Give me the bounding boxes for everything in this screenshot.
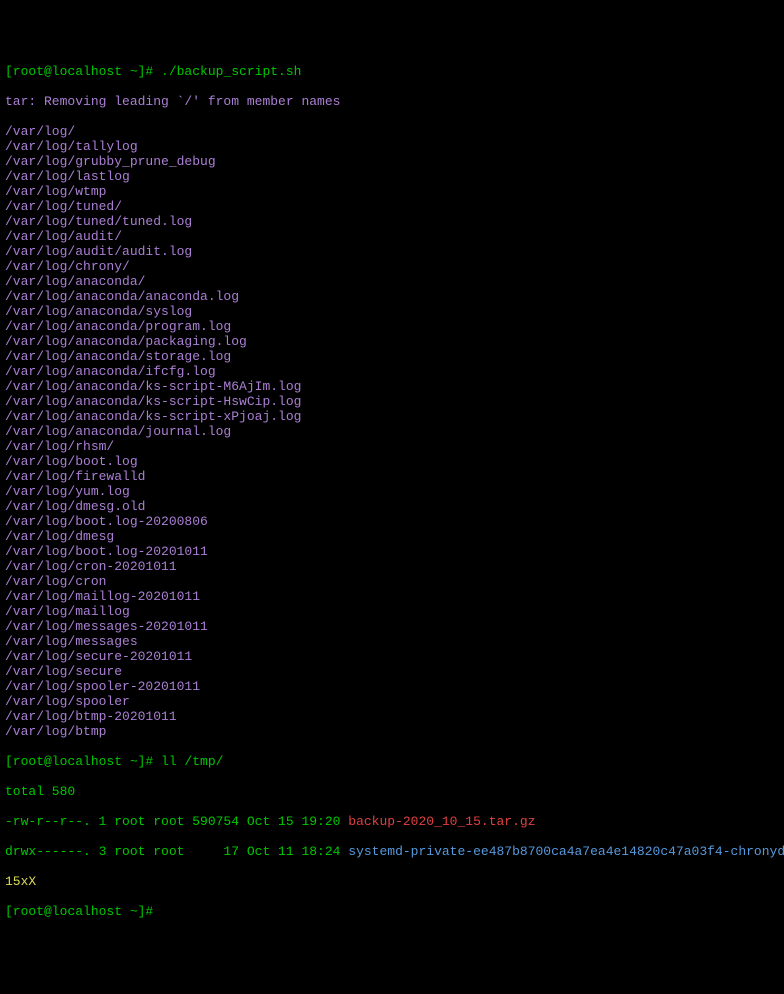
tar-file-path: /var/log/audit/audit.log bbox=[5, 244, 779, 259]
tar-file-path: /var/log/anaconda/syslog bbox=[5, 304, 779, 319]
tar-file-path: /var/log/maillog bbox=[5, 604, 779, 619]
ls-row: drwx------. 3 root root 17 Oct 11 18:24 … bbox=[5, 844, 779, 859]
tar-file-path: /var/log/spooler bbox=[5, 694, 779, 709]
shell-prompt[interactable]: [root@localhost ~]# bbox=[5, 904, 161, 919]
tar-message: tar: Removing leading `/' from member na… bbox=[5, 94, 779, 109]
tar-file-path: /var/log/spooler-20201011 bbox=[5, 679, 779, 694]
tar-file-path: /var/log/maillog-20201011 bbox=[5, 589, 779, 604]
tar-file-path: /var/log/grubby_prune_debug bbox=[5, 154, 779, 169]
tar-file-path: /var/log/anaconda/ks-script-M6AjIm.log bbox=[5, 379, 779, 394]
shell-prompt[interactable]: [root@localhost ~]# bbox=[5, 754, 161, 769]
tar-file-path: /var/log/tuned/ bbox=[5, 199, 779, 214]
dir-filename: systemd-private-ee487b8700ca4a7ea4e14820… bbox=[348, 844, 784, 859]
tar-file-path: /var/log/audit/ bbox=[5, 229, 779, 244]
terminal-line: [root@localhost ~]# ./backup_script.sh bbox=[5, 64, 779, 79]
tar-file-path: /var/log/rhsm/ bbox=[5, 439, 779, 454]
tar-file-path: /var/log/ bbox=[5, 124, 779, 139]
ls-row: -rw-r--r--. 1 root root 590754 Oct 15 19… bbox=[5, 814, 779, 829]
dir-filename-cont: 15xX bbox=[5, 874, 779, 889]
tar-file-path: /var/log/anaconda/anaconda.log bbox=[5, 289, 779, 304]
tar-file-path: /var/log/chrony/ bbox=[5, 259, 779, 274]
terminal-line: [root@localhost ~]# ll /tmp/ bbox=[5, 754, 779, 769]
tar-file-path: /var/log/anaconda/journal.log bbox=[5, 424, 779, 439]
tar-file-path: /var/log/cron-20201011 bbox=[5, 559, 779, 574]
file-perms: -rw-r--r--. 1 root root 590754 Oct 15 19… bbox=[5, 814, 348, 829]
command-text: ./backup_script.sh bbox=[161, 64, 301, 79]
tar-file-path: /var/log/btmp bbox=[5, 724, 779, 739]
tar-file-path: /var/log/anaconda/packaging.log bbox=[5, 334, 779, 349]
tar-file-path: /var/log/wtmp bbox=[5, 184, 779, 199]
tar-file-path: /var/log/anaconda/ks-script-xPjoaj.log bbox=[5, 409, 779, 424]
tar-file-path: /var/log/dmesg bbox=[5, 529, 779, 544]
tar-file-path: /var/log/cron bbox=[5, 574, 779, 589]
tar-file-path: /var/log/anaconda/ifcfg.log bbox=[5, 364, 779, 379]
tar-file-path: /var/log/boot.log-20201011 bbox=[5, 544, 779, 559]
tar-file-path: /var/log/secure-20201011 bbox=[5, 649, 779, 664]
shell-prompt[interactable]: [root@localhost ~]# bbox=[5, 64, 161, 79]
terminal-line: [root@localhost ~]# bbox=[5, 904, 779, 919]
tar-file-path: /var/log/anaconda/ bbox=[5, 274, 779, 289]
tar-file-path: /var/log/boot.log bbox=[5, 454, 779, 469]
tar-file-path: /var/log/anaconda/ks-script-HswCip.log bbox=[5, 394, 779, 409]
tar-file-path: /var/log/anaconda/storage.log bbox=[5, 349, 779, 364]
tar-file-path: /var/log/lastlog bbox=[5, 169, 779, 184]
backup-filename: backup-2020_10_15.tar.gz bbox=[348, 814, 535, 829]
tar-file-path: /var/log/tuned/tuned.log bbox=[5, 214, 779, 229]
tar-file-path: /var/log/boot.log-20200806 bbox=[5, 514, 779, 529]
tar-file-path: /var/log/firewalld bbox=[5, 469, 779, 484]
command-text: ll /tmp/ bbox=[161, 754, 223, 769]
total-line: total 580 bbox=[5, 784, 779, 799]
tar-file-path: /var/log/dmesg.old bbox=[5, 499, 779, 514]
file-list: /var/log//var/log/tallylog/var/log/grubb… bbox=[5, 124, 779, 739]
tar-file-path: /var/log/tallylog bbox=[5, 139, 779, 154]
file-perms: drwx------. 3 root root 17 Oct 11 18:24 bbox=[5, 844, 348, 859]
tar-file-path: /var/log/anaconda/program.log bbox=[5, 319, 779, 334]
tar-file-path: /var/log/btmp-20201011 bbox=[5, 709, 779, 724]
tar-file-path: /var/log/yum.log bbox=[5, 484, 779, 499]
tar-file-path: /var/log/messages bbox=[5, 634, 779, 649]
tar-file-path: /var/log/secure bbox=[5, 664, 779, 679]
tar-file-path: /var/log/messages-20201011 bbox=[5, 619, 779, 634]
